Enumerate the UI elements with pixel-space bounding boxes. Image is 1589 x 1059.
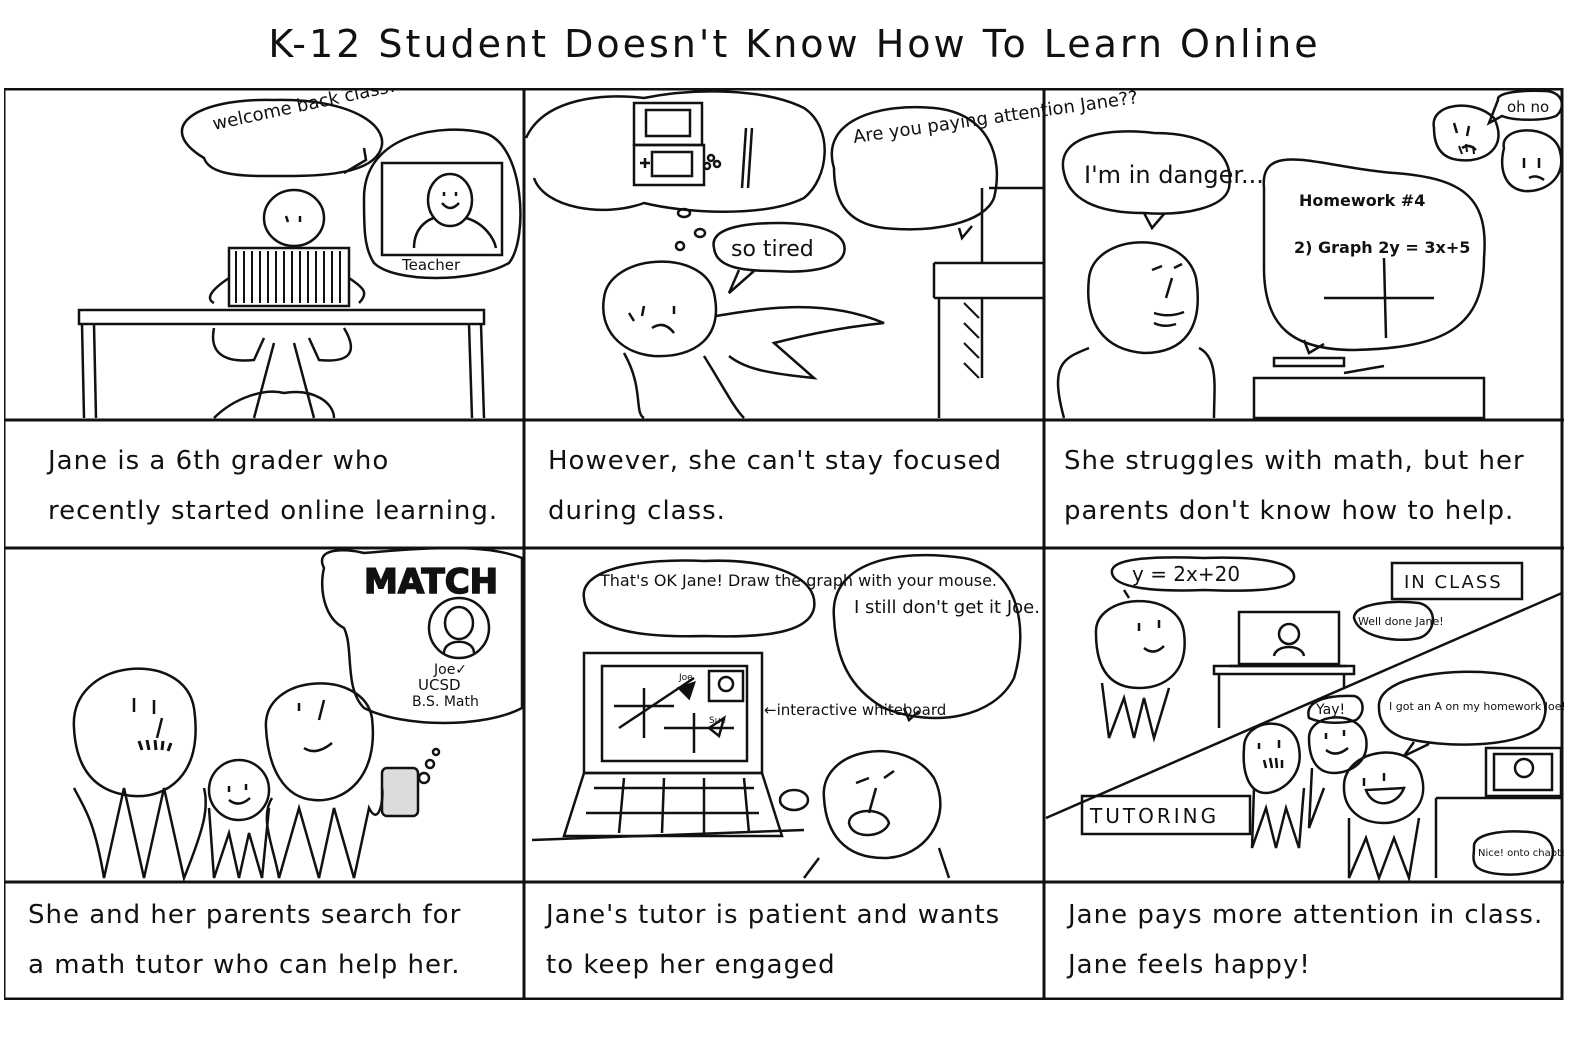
panel-2-caption-line-2: during class. [548, 496, 726, 526]
panel-6-yay-text: Yay! [1315, 702, 1345, 718]
panel-4-tutor-school: UCSD [418, 676, 461, 694]
panel-6-caption: Jane pays more attention in class. Jane … [1068, 890, 1543, 990]
panel-6-homework-text: I got an A on my homework Joe! [1389, 700, 1564, 713]
panel-4-tutor-degree: B.S. Math [412, 694, 479, 710]
panel-5-caption-line-1: Jane's tutor is patient and wants [546, 900, 1001, 930]
panel-1-caption-line-2: recently started online learning. [48, 496, 499, 526]
panel-6-caption-line-1: Jane pays more attention in class. [1068, 900, 1544, 930]
panel-6-nice-text: Nice! onto chapter 7! [1478, 848, 1564, 859]
grid-lines [4, 88, 1564, 1000]
panel-6-in-class-label: IN CLASS [1404, 572, 1503, 593]
panel-6-equation-bubble: y = 2x+20 [1132, 562, 1240, 586]
panel-4-caption-line-1: She and her parents search for [28, 900, 462, 930]
panel-3-caption-line-1: She struggles with math, but her [1064, 446, 1525, 476]
panel-4-caption: She and her parents search for a math tu… [28, 890, 461, 990]
panel-5-tutor-bubble-text: That's OK Jane! Draw the graph with your… [599, 571, 997, 590]
panel-1-teacher-label: Teacher [401, 256, 461, 274]
panel-6-well-done-text: Well done Jane! [1358, 615, 1444, 628]
panel-4-match-text: MATCH [364, 562, 498, 602]
panel-3-ohno-text: oh no [1507, 98, 1549, 116]
panel-2-caption: However, she can't stay focused during c… [548, 436, 1002, 536]
panel-3-caption: She struggles with math, but her parents… [1064, 436, 1525, 536]
panel-6-caption-line-2: Jane feels happy! [1068, 950, 1311, 980]
panel-3-bubble-text: I'm in danger... [1084, 161, 1264, 189]
panel-5-caption-line-2: to keep her engaged [546, 950, 836, 980]
panel-3-homework-question: 2) Graph 2y = 3x+5 [1294, 238, 1470, 257]
panel-3-caption-line-2: parents don't know how to help. [1064, 496, 1515, 526]
panel-1-caption-line-1: Jane is a 6th grader who [48, 446, 390, 476]
panel-2-caption-line-1: However, she can't stay focused [548, 446, 1003, 476]
panel-5-sue-label: Sue [709, 716, 726, 726]
panel-3-homework-title: Homework #4 [1299, 191, 1425, 210]
panel-1-bubble-text: welcome back class! [211, 88, 398, 135]
panel-5-caption: Jane's tutor is patient and wants to kee… [546, 890, 1000, 990]
panel-5-joe-label: Joe [678, 673, 693, 683]
panel-5-whiteboard-label: ←interactive whiteboard [764, 701, 946, 719]
panel-2-teacher-bubble-text: Are you paying attention Jane?? [852, 88, 1139, 148]
panel-2-student-bubble-text: so tired [731, 237, 814, 262]
panel-5-jane-bubble-text: I still don't get it Joe. [854, 597, 1040, 618]
panel-6-art [1045, 556, 1563, 883]
panel-1-caption: Jane is a 6th grader who recently starte… [48, 436, 498, 536]
panel-4-caption-line-2: a math tutor who can help her. [28, 950, 461, 980]
comic-title: K-12 Student Doesn't Know How To Learn O… [268, 22, 1321, 66]
panel-6-tutoring-label: TUTORING [1089, 804, 1219, 828]
comic-grid: welcome back class! Teacher Are you payi… [4, 88, 1564, 1000]
